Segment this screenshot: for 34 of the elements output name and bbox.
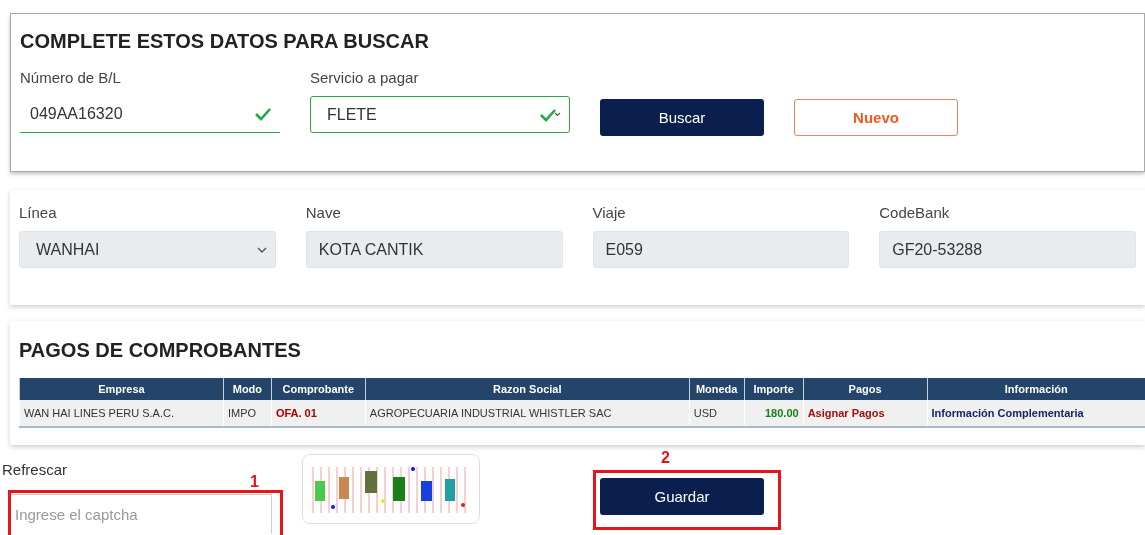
table-cell: WAN HAI LINES PERU S.A.C. [19, 400, 224, 427]
column-header: Empresa [19, 378, 224, 400]
table-cell: OFA. 01 [271, 400, 366, 427]
save-button[interactable]: Guardar [600, 478, 764, 515]
column-header: Modo [223, 378, 272, 400]
captcha-field[interactable]: Ingrese el captcha [10, 494, 272, 534]
field-label: Línea [19, 204, 58, 221]
column-header: Pagos [803, 378, 928, 400]
field-label: Número de B/L [20, 69, 122, 86]
table-cell: IMPO [223, 400, 272, 427]
table-cell: AGROPECUARIA INDUSTRIAL WHISTLER SAC [365, 400, 690, 427]
table-cell: 180.00 [744, 400, 804, 427]
refresh-link[interactable]: Refrescar [2, 461, 68, 478]
section-title: PAGOS DE COMPROBANTES [19, 339, 302, 362]
table-link[interactable]: Información Complementaria [927, 400, 1145, 427]
column-header: Comprobante [271, 378, 366, 400]
table-link[interactable]: Asignar Pagos [803, 400, 928, 427]
column-header: Información [927, 378, 1145, 400]
text-field[interactable]: 049AA16320 [20, 96, 280, 133]
table-cell: USD [689, 400, 745, 427]
annotation-number: 1 [250, 473, 259, 491]
chevron-down-icon [256, 246, 267, 253]
dropdown-field[interactable]: WANHAI [19, 231, 276, 268]
field-label: Viaje [592, 204, 627, 221]
search-button[interactable]: Buscar [600, 99, 764, 136]
dropdown-field[interactable]: FLETE [310, 96, 570, 133]
annotation-number: 2 [661, 449, 670, 467]
field-label: Servicio a pagar [310, 69, 420, 86]
column-header: Razon Social [365, 378, 690, 400]
column-header: Importe [744, 378, 804, 400]
field-label: Nave [305, 204, 342, 221]
column-header: Moneda [689, 378, 745, 400]
section-title: COMPLETE ESTOS DATOS PARA BUSCAR [20, 30, 430, 53]
field-label: CodeBank [879, 204, 951, 221]
